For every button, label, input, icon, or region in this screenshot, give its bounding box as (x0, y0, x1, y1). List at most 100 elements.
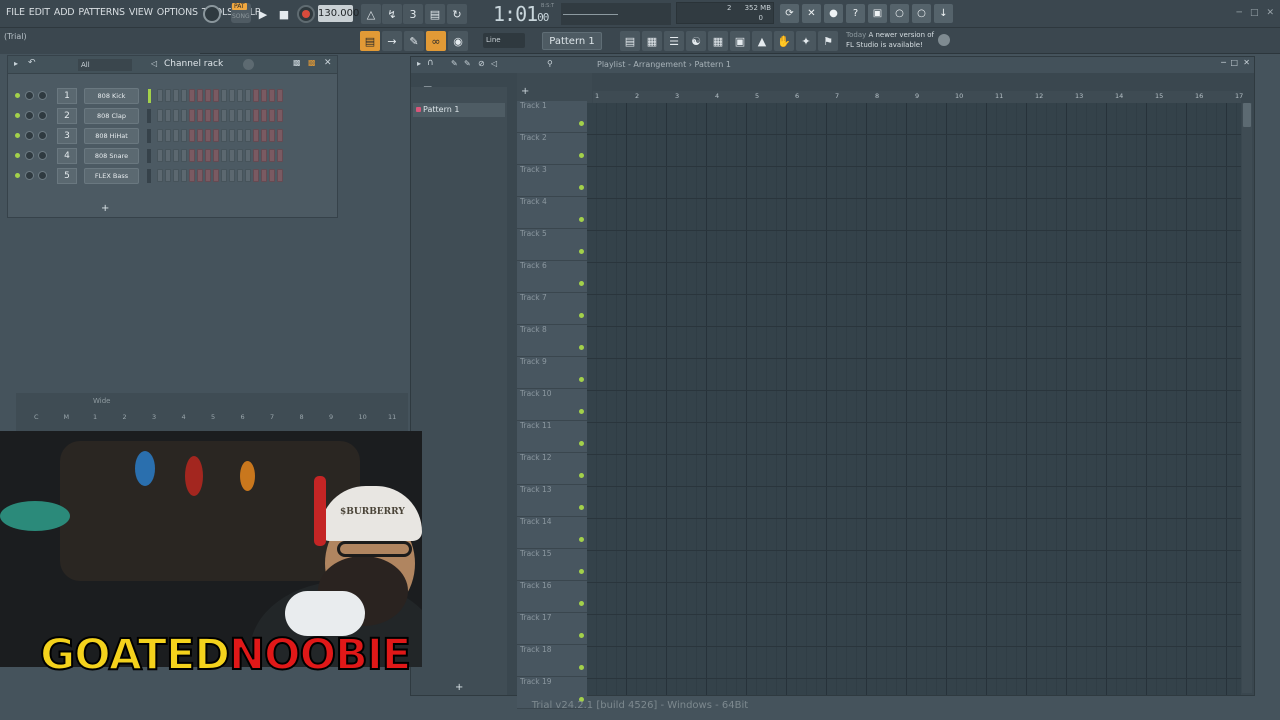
track-header[interactable]: Track 18 (517, 645, 587, 677)
step-button[interactable] (157, 129, 163, 142)
plugin-icon[interactable]: ▣ (730, 31, 750, 51)
track-mute-led[interactable] (579, 601, 584, 606)
step-view-icon[interactable]: ▩ (308, 58, 316, 67)
step-button[interactable] (261, 129, 267, 142)
step-button[interactable] (221, 109, 227, 122)
minimize-icon[interactable]: ─ (1237, 8, 1242, 18)
step-button[interactable] (277, 169, 283, 182)
stop-button[interactable]: ■ (274, 4, 294, 24)
step-button[interactable] (237, 149, 243, 162)
step-button[interactable] (173, 149, 179, 162)
step-button[interactable] (277, 109, 283, 122)
step-button[interactable] (253, 89, 259, 102)
piano-roll-icon[interactable]: ▦ (642, 31, 662, 51)
mixer-mode-label[interactable]: Wide (93, 397, 110, 405)
channel-pan-knob[interactable] (25, 151, 34, 160)
scroll-thumb[interactable] (1243, 103, 1251, 127)
track-header[interactable]: Track 14 (517, 517, 587, 549)
playlist-maximize-icon[interactable]: □ (1230, 58, 1238, 67)
rack-close-icon[interactable]: ✕ (324, 58, 332, 68)
track-mute-led[interactable] (579, 249, 584, 254)
rack-arrow-icon[interactable]: ▸ (14, 59, 18, 68)
news-panel[interactable]: Today A newer version of FL Studio is av… (846, 30, 934, 50)
playlist-close-icon[interactable]: ✕ (1243, 58, 1250, 67)
step-button[interactable] (181, 109, 187, 122)
step-button[interactable] (165, 89, 171, 102)
step-button[interactable] (173, 169, 179, 182)
step-button[interactable] (253, 129, 259, 142)
channel-volume-knob[interactable] (38, 171, 47, 180)
step-button[interactable] (205, 129, 211, 142)
track-mute-led[interactable] (579, 409, 584, 414)
step-button[interactable] (253, 149, 259, 162)
mixer-track-number[interactable]: 9 (329, 413, 333, 421)
midi-icon[interactable]: ○ (890, 4, 909, 23)
countdown-icon[interactable]: 3 (403, 4, 423, 24)
track-mute-led[interactable] (579, 537, 584, 542)
step-button[interactable] (157, 89, 163, 102)
menu-add[interactable]: ADD (52, 7, 77, 18)
step-button[interactable] (269, 169, 275, 182)
track-header[interactable]: Track 7 (517, 293, 587, 325)
step-button[interactable] (189, 169, 195, 182)
track-header[interactable]: Track 5 (517, 229, 587, 261)
mixer-track-number[interactable]: 1 (93, 413, 97, 421)
panic-icon[interactable]: ✕ (802, 4, 821, 23)
magnet-icon[interactable]: ∩ (427, 58, 434, 68)
link-icon[interactable]: ∞ (426, 31, 446, 51)
track-mute-led[interactable] (579, 217, 584, 222)
track-header[interactable]: Track 17 (517, 613, 587, 645)
disk-icon[interactable]: ▣ (868, 4, 887, 23)
pencil-tool-icon[interactable]: ✎ (451, 59, 458, 68)
channel-rack-icon[interactable]: ☰ (664, 31, 684, 51)
brush-icon[interactable]: ✎ (404, 31, 424, 51)
step-button[interactable] (213, 169, 219, 182)
step-button[interactable] (189, 109, 195, 122)
step-button[interactable] (269, 149, 275, 162)
mixer-track-number[interactable]: M (64, 413, 70, 421)
step-button[interactable] (269, 89, 275, 102)
add-channel-button[interactable]: + (101, 203, 109, 214)
step-button[interactable] (261, 149, 267, 162)
step-button[interactable] (189, 149, 195, 162)
step-button[interactable] (197, 149, 203, 162)
track-header[interactable]: Track 16 (517, 581, 587, 613)
step-button[interactable] (237, 89, 243, 102)
step-button[interactable] (277, 129, 283, 142)
step-button[interactable] (261, 169, 267, 182)
track-header[interactable]: Track 10 (517, 389, 587, 421)
step-button[interactable] (213, 129, 219, 142)
step-button[interactable] (277, 89, 283, 102)
step-button[interactable] (237, 109, 243, 122)
master-volume-knob[interactable] (203, 5, 221, 23)
channel-volume-knob[interactable] (38, 151, 47, 160)
menu-options[interactable]: OPTIONS (155, 7, 200, 18)
channel-mixer-track[interactable]: 4 (57, 148, 77, 164)
playlist-icon[interactable]: ▤ (620, 31, 640, 51)
channel-name-button[interactable]: 808 HiHat (84, 128, 139, 144)
step-button[interactable] (157, 149, 163, 162)
channel-select-bar[interactable] (147, 149, 151, 163)
track-mute-led[interactable] (579, 377, 584, 382)
mixer-track-number[interactable]: C (34, 413, 39, 421)
channel-pan-knob[interactable] (25, 91, 34, 100)
step-button[interactable] (197, 109, 203, 122)
step-button[interactable] (173, 129, 179, 142)
channel-filter-select[interactable]: All (78, 59, 132, 71)
step-button[interactable] (157, 169, 163, 182)
step-button[interactable] (165, 129, 171, 142)
channel-select-bar[interactable] (147, 129, 151, 143)
record-button[interactable] (297, 5, 315, 23)
step-button[interactable] (245, 129, 251, 142)
step-button[interactable] (173, 109, 179, 122)
step-button[interactable] (221, 169, 227, 182)
track-header[interactable]: Track 12 (517, 453, 587, 485)
channel-mute-led[interactable] (15, 113, 20, 118)
track-header[interactable]: Track 8 (517, 325, 587, 357)
channel-name-button[interactable]: 808 Clap (84, 108, 139, 124)
track-header[interactable]: Track 3 (517, 165, 587, 197)
track-header[interactable]: Track 4 (517, 197, 587, 229)
track-mute-led[interactable] (579, 441, 584, 446)
step-button[interactable] (245, 169, 251, 182)
menu-view[interactable]: VIEW (127, 7, 155, 18)
